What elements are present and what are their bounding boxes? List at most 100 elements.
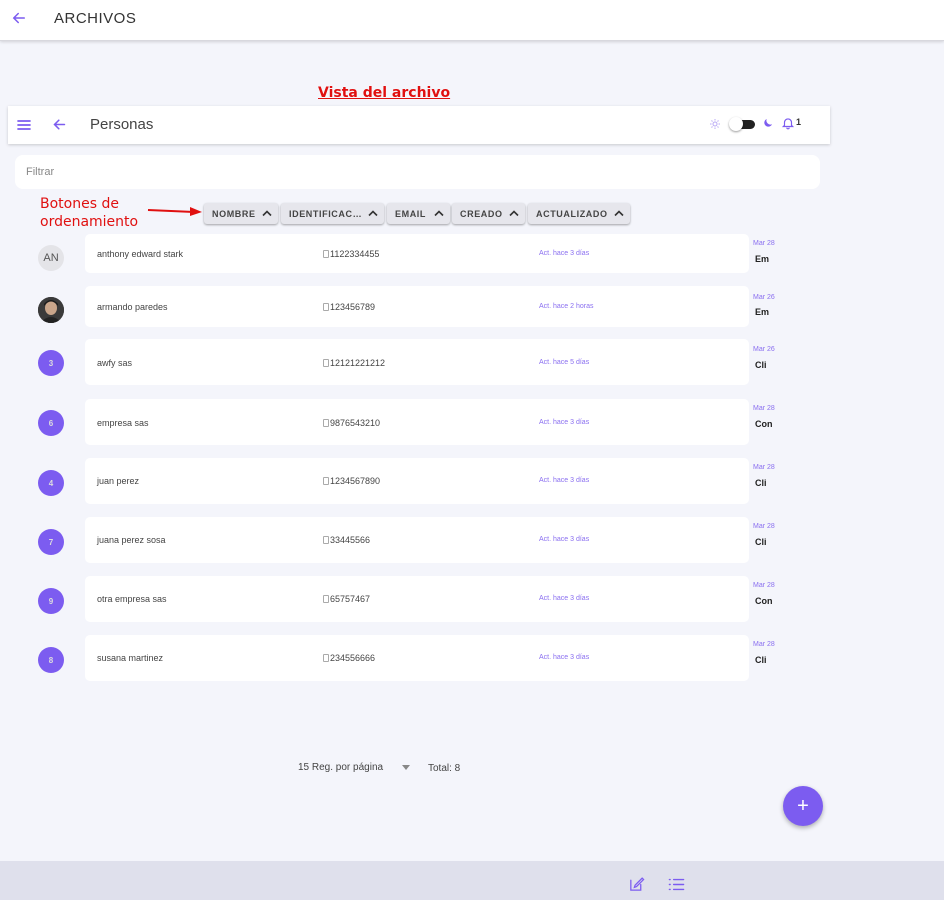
- table-row[interactable]: awfy sas 12121221212 Act. hace 5 días: [85, 339, 749, 385]
- sort-label: NOMBRE: [212, 208, 256, 219]
- annotation-line-1: Botones de: [40, 196, 119, 212]
- list-icon[interactable]: [668, 877, 685, 892]
- avatar[interactable]: 7: [38, 529, 64, 555]
- arrow-left-icon[interactable]: [10, 9, 28, 27]
- sort-label: ACTUALIZADO: [536, 208, 608, 219]
- sort-annotation: Botones de ordenamiento: [40, 195, 138, 231]
- created-date: Mar 28: [753, 582, 775, 589]
- filter-input[interactable]: [15, 155, 820, 189]
- table-row[interactable]: armando paredes 123456789 Act. hace 2 ho…: [85, 286, 749, 327]
- person-id: 9876543210: [323, 418, 380, 428]
- person-id: 33445566: [323, 535, 370, 545]
- table-row[interactable]: anthony edward stark 1122334455 Act. hac…: [85, 234, 749, 273]
- chevron-up-icon: [368, 210, 378, 217]
- phone-icon: [323, 477, 329, 485]
- avatar[interactable]: 9: [38, 588, 64, 614]
- app-title: Personas: [90, 116, 154, 133]
- sort-button-email[interactable]: EMAIL: [387, 203, 450, 224]
- filter-field: [15, 155, 820, 189]
- person-photo-icon: [38, 297, 64, 323]
- table-row[interactable]: empresa sas 9876543210 Act. hace 3 días: [85, 399, 749, 445]
- sort-button-nombre[interactable]: NOMBRE: [204, 203, 278, 224]
- updated-text: Act. hace 3 días: [539, 595, 590, 602]
- bottom-bar: [0, 861, 944, 900]
- rows-per-page-label: 15 Reg. por página: [298, 762, 384, 773]
- updated-text: Act. hace 3 días: [539, 654, 590, 661]
- sort-label: EMAIL: [395, 208, 426, 219]
- sort-button-identificacion[interactable]: IDENTIFICAC…: [281, 203, 384, 224]
- phone-icon: [323, 595, 329, 603]
- total-count: Total: 8: [428, 763, 461, 774]
- created-date: Mar 28: [753, 405, 775, 412]
- person-name: juan perez: [97, 476, 140, 486]
- sort-button-actualizado[interactable]: ACTUALIZADO: [528, 203, 630, 224]
- table-row[interactable]: juana perez sosa 33445566 Act. hace 3 dí…: [85, 517, 749, 563]
- annotation-line-2: ordenamiento: [40, 214, 139, 230]
- annotation-arrow: [147, 207, 202, 216]
- avatar[interactable]: [38, 297, 64, 323]
- person-id: 1122334455: [323, 249, 379, 259]
- phone-icon: [323, 654, 329, 662]
- app-bar: Personas 1: [8, 106, 830, 144]
- person-name: empresa sas: [97, 418, 149, 428]
- rows-per-page-select[interactable]: 15 Reg. por página: [298, 762, 410, 773]
- created-date: Mar 28: [753, 240, 775, 247]
- person-name: juana perez sosa: [97, 535, 166, 545]
- updated-text: Act. hace 3 días: [539, 536, 590, 543]
- created-date: Mar 26: [753, 294, 775, 301]
- chevron-up-icon: [434, 210, 444, 217]
- chevron-up-icon: [614, 210, 624, 217]
- created-date: Mar 28: [753, 464, 775, 471]
- updated-text: Act. hace 3 días: [539, 419, 590, 426]
- add-button[interactable]: +: [783, 786, 823, 826]
- theme-toggle[interactable]: [729, 117, 755, 131]
- person-name: armando paredes: [97, 302, 168, 312]
- person-id: 234556666: [323, 653, 375, 663]
- phone-icon: [323, 359, 329, 367]
- updated-text: Act. hace 2 horas: [539, 303, 594, 310]
- updated-text: Act. hace 5 días: [539, 359, 590, 366]
- caret-down-icon: [402, 765, 410, 770]
- avatar[interactable]: 3: [38, 350, 64, 376]
- bell-icon[interactable]: [781, 116, 795, 130]
- hamburger-menu-icon[interactable]: [16, 117, 32, 133]
- type-tag: Em: [755, 254, 770, 264]
- table-row[interactable]: juan perez 1234567890 Act. hace 3 días: [85, 458, 749, 504]
- page-title: ARCHIVOS: [54, 10, 137, 27]
- phone-icon: [323, 419, 329, 427]
- type-tag: Cli: [755, 537, 767, 547]
- updated-text: Act. hace 3 días: [539, 250, 590, 257]
- phone-icon: [323, 536, 329, 544]
- avatar[interactable]: 8: [38, 647, 64, 673]
- person-id: 123456789: [323, 302, 375, 312]
- notification-count: 1: [796, 117, 802, 127]
- type-tag: Cli: [755, 478, 767, 488]
- created-date: Mar 28: [753, 641, 775, 648]
- avatar[interactable]: AN: [38, 245, 64, 271]
- arrow-left-icon[interactable]: [51, 116, 68, 133]
- table-row[interactable]: otra empresa sas 65757467 Act. hace 3 dí…: [85, 576, 749, 622]
- avatar[interactable]: 4: [38, 470, 64, 496]
- type-tag: Cli: [755, 360, 767, 370]
- person-id: 12121221212: [323, 358, 385, 368]
- person-name: susana martinez: [97, 653, 164, 663]
- type-tag: Con: [755, 419, 773, 429]
- created-date: Mar 28: [753, 523, 775, 530]
- phone-icon: [323, 303, 329, 311]
- top-bar: ARCHIVOS: [0, 0, 944, 41]
- avatar[interactable]: 6: [38, 410, 64, 436]
- sort-label: IDENTIFICAC…: [289, 208, 363, 219]
- person-id: 1234567890: [323, 476, 380, 486]
- type-tag: Con: [755, 596, 773, 606]
- type-tag: Em: [755, 307, 770, 317]
- created-date: Mar 26: [753, 346, 775, 353]
- chevron-up-icon: [509, 210, 519, 217]
- moon-icon: [764, 119, 772, 127]
- type-tag: Cli: [755, 655, 767, 665]
- sort-button-creado[interactable]: CREADO: [452, 203, 525, 224]
- table-row[interactable]: susana martinez 234556666 Act. hace 3 dí…: [85, 635, 749, 681]
- edit-icon[interactable]: [628, 876, 645, 893]
- person-name: otra empresa sas: [97, 594, 167, 604]
- sun-icon: [710, 119, 720, 129]
- updated-text: Act. hace 3 días: [539, 477, 590, 484]
